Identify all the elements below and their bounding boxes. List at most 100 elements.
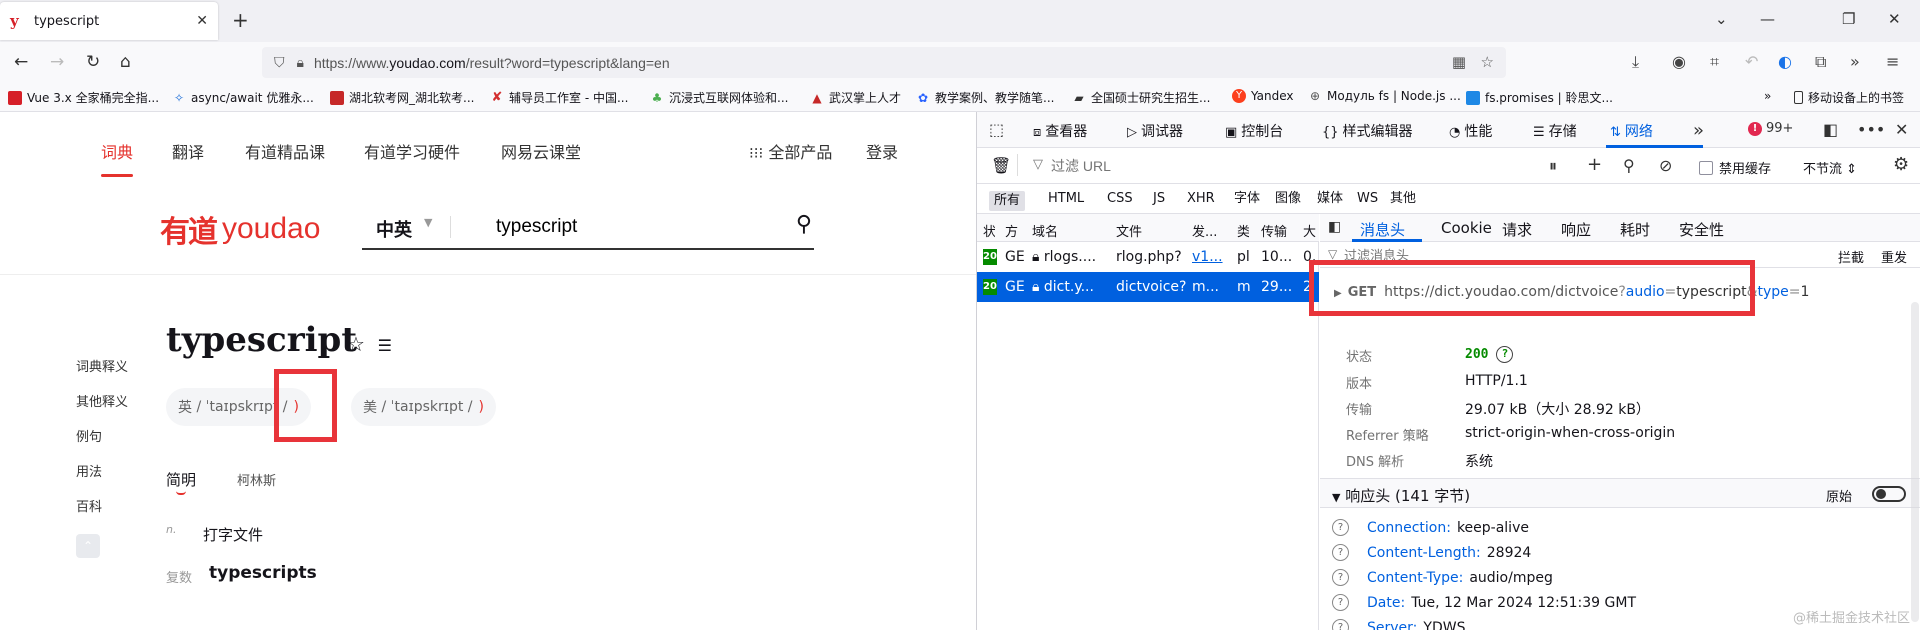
filter-css[interactable]: CSS (1102, 191, 1138, 211)
throttle-select[interactable]: 不节流 ⇕ (1803, 158, 1857, 177)
response-headers-section[interactable]: ▼ 响应头 (141 字节) 原始 (1320, 478, 1920, 508)
favorite-star-icon[interactable]: ☆ (347, 332, 365, 356)
checkbox[interactable] (1699, 160, 1713, 175)
raw-toggle[interactable] (1872, 486, 1906, 502)
filter-ws[interactable]: WS (1352, 191, 1383, 211)
filter-xhr[interactable]: XHR (1182, 191, 1220, 211)
column-type[interactable]: 类 (1237, 221, 1249, 240)
pause-icon[interactable]: ⏸︎ (1549, 156, 1557, 176)
tab-collins[interactable]: 柯林斯 (237, 470, 276, 489)
tab-response[interactable]: 响应 (1561, 219, 1591, 240)
url-bar[interactable]: ⛉ 🔒︎ https://www.youdao.com/result?word=… (262, 47, 1506, 78)
tab-security[interactable]: 安全性 (1679, 219, 1724, 240)
column-status[interactable]: 状 (983, 221, 995, 240)
search-input[interactable] (496, 212, 746, 242)
bookmarks-overflow-icon[interactable]: » (1764, 89, 1771, 103)
help-icon[interactable]: ? (1332, 594, 1349, 611)
bookmark-item[interactable]: fs.promises | 聆思文... (1466, 89, 1613, 106)
column-method[interactable]: 方 (1005, 221, 1019, 240)
bookmark-item[interactable]: Y Yandex (1232, 89, 1294, 103)
nav-netease-class[interactable]: 网易云课堂 (501, 139, 581, 163)
filter-media[interactable]: 媒体 (1312, 191, 1348, 211)
tab-request[interactable]: 请求 (1502, 219, 1532, 240)
initiator-link[interactable]: v1... (1192, 249, 1223, 265)
bookmark-item[interactable]: ✿ 教学案例、教学随笔... (916, 89, 1054, 106)
bookmark-item[interactable]: ♣ 沉浸式互联网体验和... (650, 89, 789, 106)
account-icon[interactable]: ◉ (1672, 52, 1686, 71)
menu-icon[interactable]: ≡ (1886, 52, 1899, 71)
bookmark-item[interactable]: ✘ 辅导员工作室 - 中国... (490, 89, 629, 106)
trash-icon[interactable]: 🗑︎ (991, 156, 1011, 175)
tab-timings[interactable]: 耗时 (1620, 219, 1650, 240)
tab-debugger[interactable]: ▷ 调试器 (1127, 121, 1183, 141)
forward-icon[interactable]: → (50, 52, 64, 72)
close-devtools-icon[interactable]: ✕ (1895, 120, 1908, 139)
nav-dictionary[interactable]: 词典 (101, 139, 133, 163)
tab-headers[interactable]: 消息头 (1360, 219, 1405, 240)
collapse-up-icon[interactable]: ⌃ (76, 534, 100, 558)
side-nav-item[interactable]: 百科 (76, 496, 102, 515)
element-picker-icon[interactable]: ⬚ (989, 120, 1004, 139)
restore-icon[interactable]: ❐ (1842, 10, 1855, 28)
filter-html[interactable]: HTML (1043, 191, 1089, 211)
add-icon[interactable]: + (1587, 154, 1602, 175)
request-row-selected[interactable]: 200 GE 🔒︎ dict.y... dictvoice? m... m 29… (977, 272, 1319, 302)
tab-performance[interactable]: ◔ 性能 (1449, 121, 1492, 141)
nav-all-products[interactable]: ⁝⁝⁝ 全部产品 (749, 139, 832, 163)
url-text[interactable]: https://www.youdao.com/result?word=types… (314, 55, 670, 71)
bookmark-item[interactable]: Vue 3.x 全家桶完全指... (8, 89, 159, 106)
collapse-triangle-icon[interactable]: ▼ (1332, 491, 1340, 504)
tab-style-editor[interactable]: {} 样式编辑器 (1322, 121, 1413, 141)
undo-icon[interactable]: ↶ (1745, 52, 1758, 71)
shield-icon[interactable]: ⛉ (274, 55, 285, 71)
column-domain[interactable]: 域名 (1032, 221, 1058, 240)
nav-login[interactable]: 登录 (866, 139, 898, 163)
filter-images[interactable]: 图像 (1270, 191, 1306, 211)
close-tab-icon[interactable]: ✕ (196, 13, 208, 29)
filter-js[interactable]: JS (1148, 191, 1170, 211)
request-row[interactable]: 200 GE 🔒︎ rlogs.... rlog.php? v1... pl 1… (977, 242, 1319, 272)
column-transferred[interactable]: 传输 (1261, 221, 1287, 240)
language-select[interactable]: 中英 (376, 216, 412, 242)
tab-concise[interactable]: 简明 (166, 469, 196, 490)
more-options-icon[interactable]: ••• (1857, 120, 1885, 139)
nav-translate[interactable]: 翻译 (172, 139, 204, 163)
help-icon[interactable]: ? (1332, 544, 1349, 561)
back-icon[interactable]: ← (14, 52, 28, 72)
extension-vpn-icon[interactable]: ◐ (1778, 52, 1792, 71)
column-size[interactable]: 大 (1303, 221, 1317, 240)
help-icon[interactable]: ? (1332, 569, 1349, 586)
column-file[interactable]: 文件 (1116, 221, 1142, 240)
side-nav-item[interactable]: 其他释义 (76, 391, 128, 410)
error-count-badge[interactable]: ! 99+ (1748, 121, 1793, 136)
side-nav-item[interactable]: 例句 (76, 426, 102, 445)
tab-storage[interactable]: ☰ 存储 (1533, 121, 1577, 141)
lock-icon[interactable]: 🔒︎ (297, 55, 304, 71)
speaker-icon[interactable]: ) (479, 399, 484, 415)
help-icon[interactable]: ? (1332, 519, 1349, 536)
bookmark-item[interactable]: 湖北软考网_湖北软考... (330, 89, 474, 106)
column-initiator[interactable]: 发... (1192, 221, 1217, 240)
filter-all[interactable]: 所有 (989, 191, 1026, 211)
filter-other[interactable]: 其他 (1385, 191, 1421, 211)
help-icon[interactable]: ? (1332, 619, 1349, 630)
scrollbar[interactable] (1911, 302, 1919, 622)
disable-cache-checkbox[interactable]: 禁用缓存 (1699, 158, 1771, 177)
nav-courses[interactable]: 有道精品课 (245, 139, 325, 163)
bookmark-item[interactable]: ▲ 武汉掌上人才 (810, 89, 901, 106)
side-nav-item[interactable]: 词典释义 (76, 356, 128, 375)
block-button[interactable]: 拦截 (1838, 247, 1864, 266)
wordbook-icon[interactable]: ☰ (378, 336, 392, 355)
filter-fonts[interactable]: 字体 (1229, 191, 1265, 211)
close-window-icon[interactable]: ✕ (1888, 10, 1901, 28)
bookmark-item[interactable]: ▰ 全国硕士研究生招生... (1072, 89, 1210, 106)
resend-button[interactable]: 重发 (1881, 247, 1907, 266)
settings-gear-icon[interactable]: ⚙ (1893, 154, 1909, 175)
tab-network[interactable]: ⇅ 网络 (1610, 121, 1653, 141)
plural-form[interactable]: typescripts (209, 563, 317, 583)
overflow-icon[interactable]: » (1850, 52, 1860, 71)
minimize-icon[interactable]: — (1760, 10, 1775, 28)
search-icon[interactable]: ⚲ (796, 212, 812, 237)
new-tab-icon[interactable]: + (232, 8, 249, 32)
bookmark-item[interactable]: ⊕ Модуль fs | Node.js ... (1308, 89, 1461, 103)
